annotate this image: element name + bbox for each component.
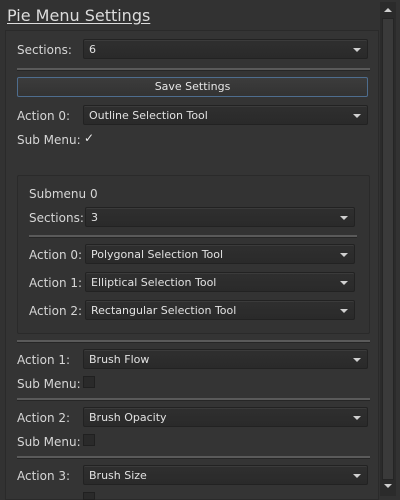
submenu-action-1-label: Action 1: [29, 276, 83, 290]
action-0-dropdown[interactable]: Outline Selection Tool [83, 105, 368, 125]
chevron-down-icon [353, 416, 361, 420]
action-2-value: Brush Opacity [89, 411, 167, 424]
action-2-dropdown[interactable]: Brush Opacity [83, 407, 368, 427]
action-0-value: Outline Selection Tool [89, 109, 208, 122]
action-3-value: Brush Size [89, 469, 147, 482]
action-1-submenu-label: Sub Menu: [17, 377, 81, 391]
divider [17, 398, 370, 401]
submenu-action-0-label: Action 0: [29, 248, 83, 262]
divider [17, 456, 370, 459]
submenu-sections-label: Sections: [29, 211, 84, 225]
action-1-value: Brush Flow [89, 353, 150, 366]
action-3-dropdown[interactable]: Brush Size [83, 465, 368, 485]
divider [17, 68, 370, 71]
action-1-submenu-checkbox[interactable] [83, 376, 95, 388]
action-0-label: Action 0: [17, 109, 71, 123]
action-2-submenu-label: Sub Menu: [17, 435, 81, 449]
chevron-down-icon [353, 358, 361, 362]
submenu-sections-dropdown[interactable]: 3 [85, 207, 355, 227]
action-0-submenu-checkbox[interactable]: ✓ [83, 131, 95, 145]
action-0-submenu-label: Sub Menu: [17, 133, 81, 147]
submenu-action-1-dropdown[interactable]: Elliptical Selection Tool [85, 272, 355, 292]
chevron-down-icon [340, 253, 348, 257]
action-1-dropdown[interactable]: Brush Flow [83, 349, 368, 369]
divider [17, 340, 370, 343]
submenu-sections-value: 3 [91, 211, 98, 224]
submenu-action-2-label: Action 2: [29, 304, 83, 318]
action-2-submenu-checkbox[interactable] [83, 434, 95, 446]
scrollbar-thumb[interactable] [382, 18, 394, 480]
submenu-action-0-value: Polygonal Selection Tool [91, 248, 224, 261]
sections-value: 6 [89, 43, 96, 56]
checkmark-icon: ✓ [83, 131, 95, 145]
scroll-up-icon[interactable] [384, 8, 392, 12]
submenu-action-0-dropdown[interactable]: Polygonal Selection Tool [85, 244, 355, 264]
chevron-down-icon [340, 309, 348, 313]
action-3-label: Action 3: [17, 469, 71, 483]
chevron-down-icon [340, 281, 348, 285]
scroll-down-icon[interactable] [384, 484, 392, 488]
save-settings-button[interactable]: Save Settings [17, 77, 368, 97]
submenu-action-2-dropdown[interactable]: Rectangular Selection Tool [85, 300, 355, 320]
vertical-scrollbar[interactable] [380, 2, 396, 496]
action-2-label: Action 2: [17, 411, 71, 425]
action-3-submenu-checkbox[interactable] [83, 492, 95, 500]
sections-label: Sections: [17, 43, 72, 57]
submenu-title: Submenu 0 [29, 187, 98, 201]
chevron-down-icon [353, 474, 361, 478]
submenu-action-2-value: Rectangular Selection Tool [91, 304, 237, 317]
chevron-down-icon [353, 114, 361, 118]
sections-dropdown[interactable]: 6 [83, 39, 368, 59]
page-title: Pie Menu Settings [7, 6, 151, 25]
action-1-label: Action 1: [17, 353, 71, 367]
submenu-action-1-value: Elliptical Selection Tool [91, 276, 217, 289]
chevron-down-icon [340, 216, 348, 220]
submenu-divider [29, 235, 357, 238]
save-settings-label: Save Settings [154, 80, 231, 93]
chevron-down-icon [353, 48, 361, 52]
